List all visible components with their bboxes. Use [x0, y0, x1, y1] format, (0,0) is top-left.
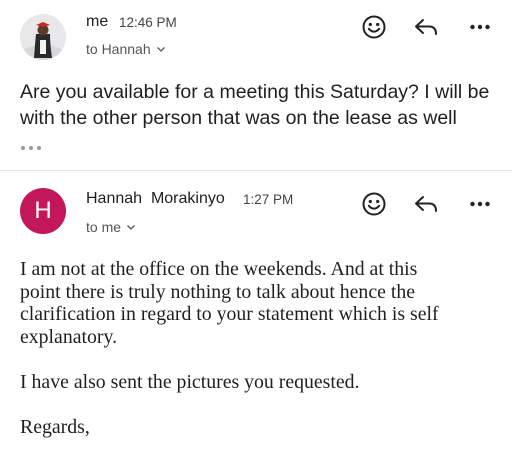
- message-body: Are you available for a meeting this Sat…: [20, 80, 510, 131]
- reply-icon: [415, 19, 437, 35]
- recipient-details-toggle[interactable]: to me: [86, 219, 136, 235]
- more-options-button[interactable]: [466, 13, 494, 41]
- message-divider: [0, 170, 512, 171]
- sender-name: me: [86, 13, 109, 30]
- body-line: Are you available for a meeting this Sat…: [20, 81, 490, 103]
- sender-avatar[interactable]: [20, 14, 66, 60]
- chevron-down-icon: [127, 225, 135, 230]
- more-options-button[interactable]: [466, 190, 494, 218]
- body-line: with the other person that was on the le…: [20, 106, 457, 129]
- email-message: H Hannah Morakinyo 1:27 PM to me I am no…: [0, 172, 512, 469]
- body-paragraph: I have also sent the pictures you reques…: [20, 371, 500, 394]
- body-paragraph: I am not at the office on the weekends. …: [20, 258, 500, 348]
- body-line: I have also sent the pictures you reques…: [20, 370, 360, 393]
- message-body: I am not at the office on the weekends. …: [20, 258, 500, 438]
- body-line: I am not at the office on the weekends. …: [20, 258, 418, 280]
- sender-name-text: Hannah Morakinyo: [86, 190, 225, 207]
- recipient-line: to Hannah: [86, 41, 151, 57]
- sender-name: Hannah Morakinyo: [86, 190, 225, 208]
- profile-photo-icon: [20, 14, 66, 60]
- recipient-line: to me: [86, 219, 122, 235]
- signature: Regards,: [20, 416, 500, 439]
- body-line: Regards,: [20, 415, 90, 438]
- emoji-reaction-button[interactable]: [360, 13, 388, 41]
- sender-avatar[interactable]: H: [20, 188, 66, 234]
- message-time: 12:46 PM: [119, 15, 177, 30]
- email-message: me 12:46 PM to Hannah Are you available …: [0, 0, 512, 170]
- body-line: explanatory.: [20, 325, 118, 348]
- message-time: 1:27 PM: [243, 192, 294, 207]
- recipient-details-toggle[interactable]: to Hannah: [86, 41, 166, 57]
- reply-button[interactable]: [412, 190, 440, 218]
- show-trimmed-content-icon[interactable]: [20, 143, 42, 153]
- emoji-reaction-button[interactable]: [360, 190, 388, 218]
- body-line: clarification in regard to your statemen…: [20, 303, 439, 325]
- emoji-reaction-icon: [362, 192, 386, 216]
- reply-icon: [415, 196, 437, 212]
- body-line: point there is truly nothing to talk abo…: [20, 280, 415, 303]
- chevron-down-icon: [156, 47, 165, 52]
- more-options-icon: [470, 201, 490, 207]
- reply-button[interactable]: [412, 13, 440, 41]
- emoji-reaction-icon: [362, 15, 386, 39]
- more-options-icon: [470, 24, 490, 30]
